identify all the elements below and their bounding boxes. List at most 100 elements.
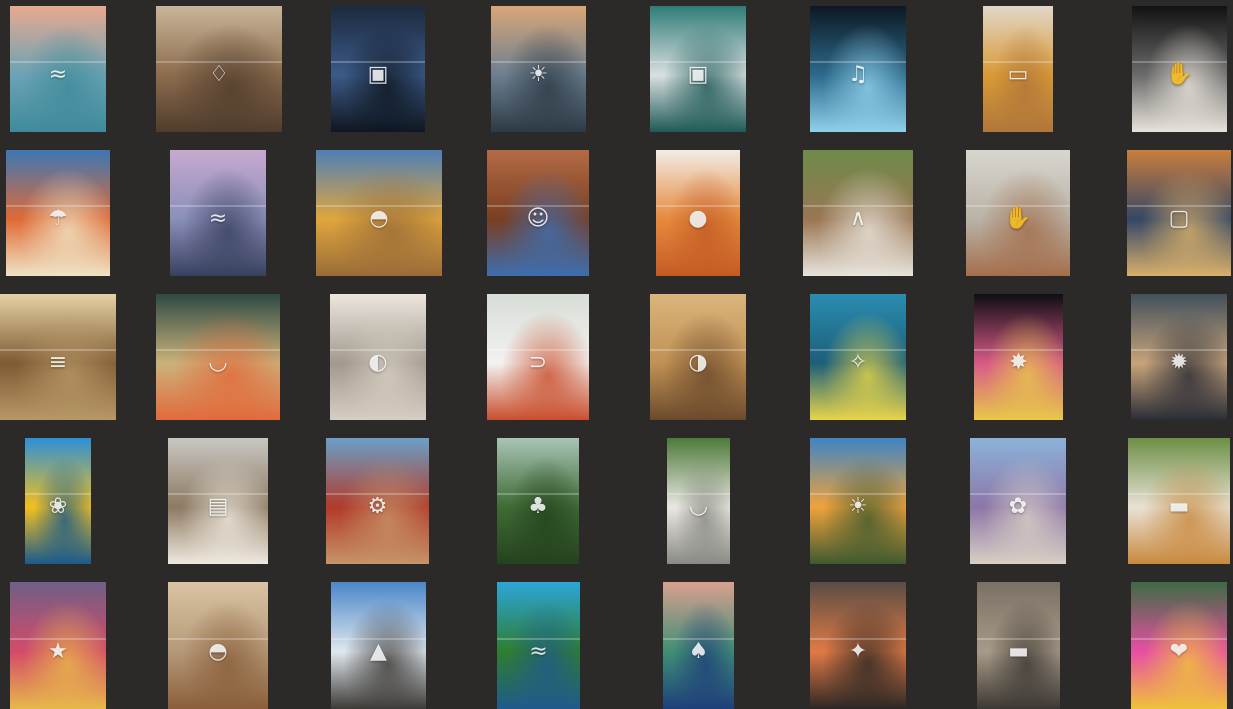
photo-tile[interactable]: ▬	[977, 582, 1060, 709]
photo-tile[interactable]: ◡	[156, 294, 280, 420]
photo-image	[331, 582, 426, 709]
photo-horizon	[10, 61, 106, 64]
photo-horizon	[1128, 493, 1230, 496]
photo-horizon	[316, 205, 442, 208]
photo-horizon	[331, 637, 426, 640]
photo-horizon	[663, 637, 734, 640]
photo-tile[interactable]: ☀	[491, 6, 586, 132]
photo-horizon	[810, 61, 906, 64]
photo-horizon	[803, 205, 913, 208]
photo-image	[170, 150, 266, 276]
photo-tile[interactable]: ✋	[966, 150, 1070, 276]
photo-image	[966, 150, 1070, 276]
photo-image	[977, 582, 1060, 709]
photo-tile[interactable]: ●	[656, 150, 740, 276]
photo-image	[10, 582, 106, 709]
photo-tile[interactable]: ▤	[168, 438, 268, 564]
photo-image	[650, 6, 746, 132]
photo-tile[interactable]: ♣	[497, 438, 579, 564]
photo-tile[interactable]: ❀	[25, 438, 91, 564]
photo-horizon	[1131, 637, 1227, 640]
photo-horizon	[497, 493, 579, 496]
photo-horizon	[497, 637, 580, 640]
photo-tile[interactable]: ✋	[1132, 6, 1227, 132]
photo-tile[interactable]: ✦	[810, 582, 906, 709]
photo-image	[1132, 6, 1227, 132]
photo-horizon	[156, 61, 282, 64]
photo-image	[331, 6, 425, 132]
photo-tile[interactable]: ≈	[497, 582, 580, 709]
photo-image	[497, 438, 579, 564]
photo-image	[1128, 438, 1230, 564]
photo-tile[interactable]: ≡	[0, 294, 116, 420]
photo-tile[interactable]: ▢	[1127, 150, 1231, 276]
photo-tile[interactable]: ▣	[650, 6, 746, 132]
photo-image	[810, 294, 906, 420]
photo-image	[487, 294, 589, 420]
photo-image	[326, 438, 429, 564]
photo-horizon	[983, 61, 1053, 64]
photo-image	[970, 438, 1066, 564]
photo-image	[810, 438, 906, 564]
photo-horizon	[10, 637, 106, 640]
photo-tile[interactable]: ❤	[1131, 582, 1227, 709]
photo-horizon	[170, 205, 266, 208]
photo-horizon	[487, 205, 589, 208]
photo-horizon	[326, 493, 429, 496]
photo-image	[650, 294, 746, 420]
photo-image	[10, 6, 106, 132]
photo-horizon	[970, 493, 1066, 496]
photo-horizon	[487, 349, 589, 352]
photo-image	[330, 294, 426, 420]
photo-image	[156, 294, 280, 420]
photo-tile[interactable]: ✸	[974, 294, 1063, 420]
photo-tile[interactable]: ☀	[810, 438, 906, 564]
photo-tile[interactable]: ◓	[168, 582, 268, 709]
photo-tile[interactable]: ☺	[487, 150, 589, 276]
photo-tile[interactable]: ◐	[330, 294, 426, 420]
photo-tile[interactable]: ≈	[10, 6, 106, 132]
photo-horizon	[25, 493, 91, 496]
photo-tile[interactable]: ◡	[667, 438, 730, 564]
photo-horizon	[1127, 205, 1231, 208]
photo-horizon	[810, 493, 906, 496]
photo-image	[974, 294, 1063, 420]
photo-tile[interactable]: ♠	[663, 582, 734, 709]
photo-tile[interactable]: ♢	[156, 6, 282, 132]
photo-tile[interactable]: ▭	[983, 6, 1053, 132]
photo-tile[interactable]: ☂	[6, 150, 110, 276]
photo-tile[interactable]: ≈	[170, 150, 266, 276]
photo-tile[interactable]: ⊃	[487, 294, 589, 420]
photo-horizon	[156, 349, 280, 352]
photo-image	[316, 150, 442, 276]
photo-tile[interactable]: ✹	[1131, 294, 1227, 420]
photo-horizon	[650, 61, 746, 64]
photo-tile[interactable]: ∧	[803, 150, 913, 276]
photo-image	[810, 6, 906, 132]
photo-image	[156, 6, 282, 132]
photo-horizon	[1131, 349, 1227, 352]
photo-image	[1131, 294, 1227, 420]
photo-horizon	[977, 637, 1060, 640]
photo-horizon	[667, 493, 730, 496]
photo-image	[663, 582, 734, 709]
photo-horizon	[974, 349, 1063, 352]
photo-image	[983, 6, 1053, 132]
photo-tile[interactable]: ▲	[331, 582, 426, 709]
photo-tile[interactable]: ◑	[650, 294, 746, 420]
photo-image	[656, 150, 740, 276]
photo-image	[1127, 150, 1231, 276]
photo-image	[25, 438, 91, 564]
photo-tile[interactable]: ▣	[331, 6, 425, 132]
photo-image	[6, 150, 110, 276]
photo-tile[interactable]: ◓	[316, 150, 442, 276]
photo-horizon	[1132, 61, 1227, 64]
photo-tile[interactable]: ★	[10, 582, 106, 709]
photo-horizon	[656, 205, 740, 208]
photo-tile[interactable]: ▬	[1128, 438, 1230, 564]
photo-tile[interactable]: ✿	[970, 438, 1066, 564]
photo-tile[interactable]: ♫	[810, 6, 906, 132]
photo-tile[interactable]: ✧	[810, 294, 906, 420]
photo-tile[interactable]: ⚙	[326, 438, 429, 564]
photo-image	[168, 582, 268, 709]
